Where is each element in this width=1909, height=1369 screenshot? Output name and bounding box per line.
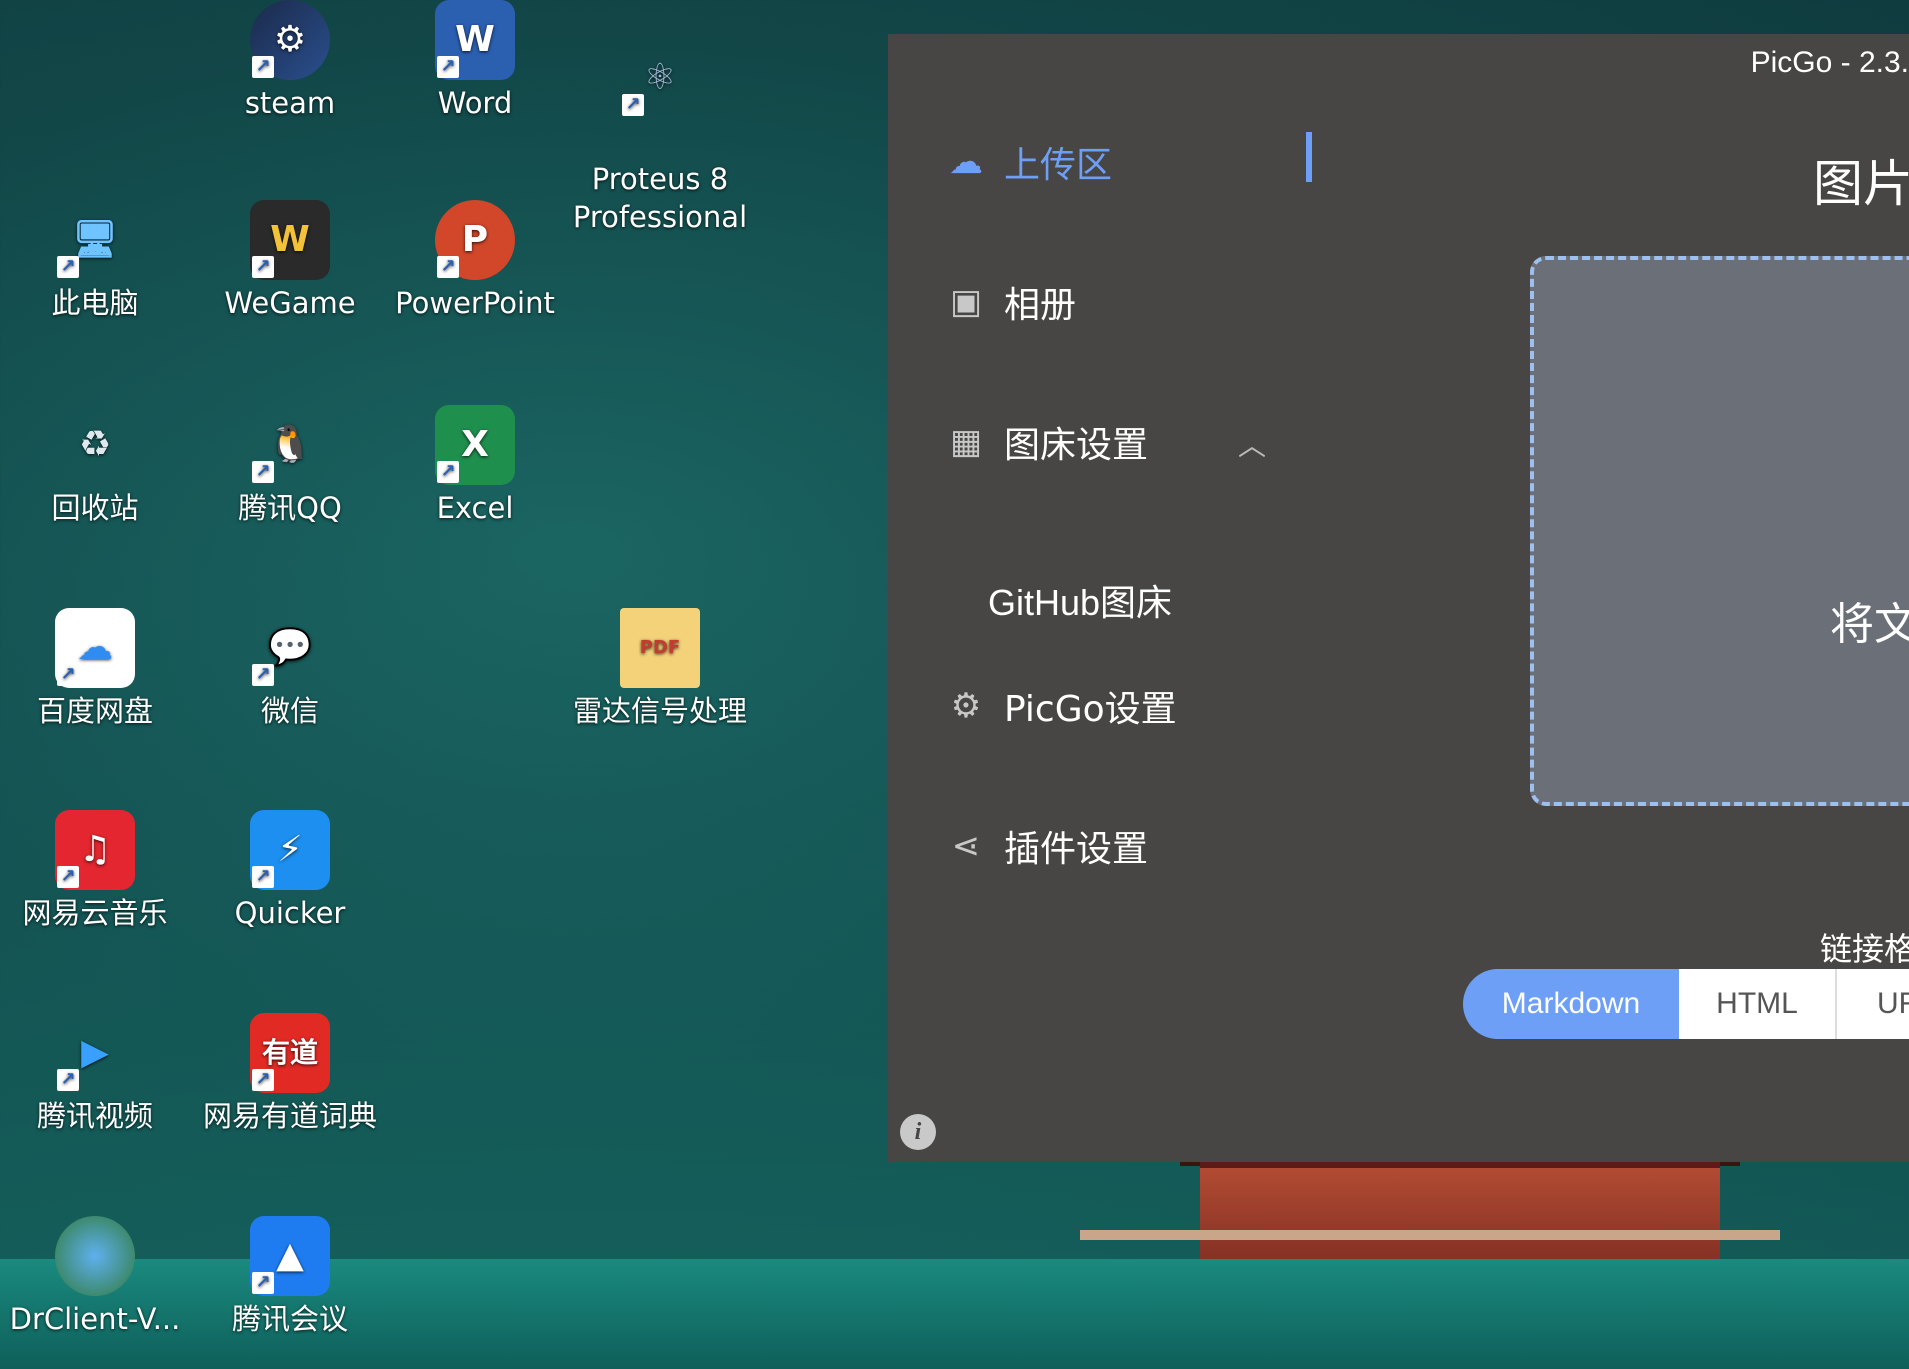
window-title: PicGo - 2.3. [1750,46,1909,79]
pdf-file-icon: PDF [620,608,700,688]
desktop-icon-netease-music[interactable]: ♫ ↗ 网易云音乐 [5,810,185,932]
desktop-icon-label: 腾讯会议 [231,1302,348,1336]
desktop-icon-label: 百度网盘 [36,694,153,728]
sidebar-subitem-github[interactable]: GitHub图床 [988,574,1172,626]
desktop-icon-youdao[interactable]: 有道 ↗ 网易有道词典 [200,1013,380,1135]
youdao-icon: 有道 ↗ [250,1013,330,1093]
proteus-icon: ⚛ ↗ [620,38,700,118]
recycle-bin-icon: ♻ [78,424,112,465]
desktop-icon-label: 腾讯QQ [238,491,342,525]
desktop-icon-label: Excel [436,491,514,525]
desktop-icon-wegame[interactable]: W ↗ WeGame [200,200,380,322]
desktop-icon-label: Word [437,86,513,120]
desktop-icon-wechat[interactable]: 💬 ↗ 微信 [200,608,380,730]
sidebar-item-gallery[interactable]: ▣ 相册 [944,272,1076,332]
sidebar-item-label: 上传区 [1004,145,1113,186]
desktop-icon-label: Quicker [234,896,346,930]
desktop-icon-recycle-bin[interactable]: ♻ 回收站 [5,405,185,527]
link-format-label: 链接格 [1820,930,1909,968]
desktop-icon-tencent-meeting[interactable]: ▲ ↗ 腾讯会议 [200,1216,380,1338]
computer-icon: 🖥 ↗ [55,200,135,280]
page-title: 图片 [1813,155,1909,213]
desktop-icon-label: steam [244,86,336,120]
desktop-icon-label: 回收站 [51,491,139,525]
format-markdown-button[interactable]: Markdown [1463,969,1679,1039]
sidebar-item-label: 插件设置 [1004,829,1149,870]
desktop-icon-powerpoint[interactable]: P ↗ PowerPoint [385,200,565,322]
excel-icon: X ↗ [435,405,515,485]
qq-penguin-icon: 🐧 ↗ [250,405,330,485]
desktop-icon-label: 此电脑 [51,286,139,320]
info-icon[interactable]: i [900,1114,936,1150]
tencent-video-icon: ▶ ↗ [55,1013,135,1093]
active-indicator [1306,132,1312,182]
sidebar-item-label: 图床设置 [1004,425,1149,466]
desktop-icon-label: 腾讯视频 [36,1099,153,1133]
sidebar-item-picbed-settings[interactable]: ▦ 图床设置 [944,412,1148,472]
wallpaper-pier [1080,1230,1780,1240]
format-html-button[interactable]: HTML [1679,969,1837,1039]
share-icon: ⋖ [951,826,981,866]
desktop-icon-label: 雷达信号处理 [572,694,747,728]
desktop-icon-label: PowerPoint [395,286,555,320]
image-icon: ▣ [949,282,983,322]
netease-music-icon: ♫ ↗ [55,810,135,890]
tencent-meeting-icon: ▲ ↗ [250,1216,330,1296]
sidebar-item-plugin-settings[interactable]: ⋖ 插件设置 [944,816,1148,876]
desktop-icon-label: 网易有道词典 [202,1099,377,1133]
globe-icon [55,1216,135,1296]
link-format-selector: Markdown HTML UR [1463,969,1909,1039]
chevron-up-icon[interactable]: ︿ [1238,424,1266,464]
cloud-upload-icon: ☁ [949,142,983,182]
dropzone-text: 将文 [1830,599,1909,650]
desktop-icon-quicker[interactable]: ⚡ ↗ Quicker [200,810,380,932]
word-icon: W ↗ [435,0,515,80]
desktop-icon-tencent-video[interactable]: ▶ ↗ 腾讯视频 [5,1013,185,1135]
desktop-icon-qq[interactable]: 🐧 ↗ 腾讯QQ [200,405,380,527]
window-titlebar[interactable]: PicGo - 2.3. [1609,34,1909,94]
picgo-window: PicGo - 2.3. ☁ 上传区 ▣ 相册 ▦ 图床设置 ︿ GitHub图… [888,34,1909,1162]
desktop-icon-radar-folder[interactable]: PDF 雷达信号处理 [570,608,750,730]
upload-dropzone[interactable] [1530,256,1909,806]
sidebar-item-label: PicGo设置 [1004,689,1177,730]
sidebar-item-label: 相册 [1004,285,1077,326]
format-url-button[interactable]: UR [1837,969,1909,1039]
desktop-icon-baidu-netdisk[interactable]: ☁ ↗ 百度网盘 [5,608,185,730]
baidu-netdisk-icon: ☁ ↗ [55,608,135,688]
wegame-icon: W ↗ [250,200,330,280]
desktop-icon-label: DrClient-V... [9,1302,181,1336]
desktop-icon-excel[interactable]: X ↗ Excel [385,405,565,527]
steam-icon: ⚙ ↗ [250,0,330,80]
sidebar: ☁ 上传区 ▣ 相册 ▦ 图床设置 ︿ GitHub图床 ⚙ PicGo设置 ⋖… [888,34,1318,1162]
desktop-icon-label: WeGame [224,286,356,320]
sidebar-item-picgo-settings[interactable]: ⚙ PicGo设置 [944,676,1177,736]
wechat-icon: 💬 ↗ [250,608,330,688]
desktop-icon-label: Proteus 8 Professional [572,162,748,234]
gear-icon: ⚙ [950,686,982,726]
desktop-icon-drclient[interactable]: DrClient-V... [5,1216,185,1338]
desktop-icon-word[interactable]: W ↗ Word [385,0,565,122]
grid-icon: ▦ [949,422,983,462]
quicker-lightning-icon: ⚡ ↗ [250,810,330,890]
desktop-icon-this-pc[interactable]: 🖥 ↗ 此电脑 [5,200,185,322]
desktop-icon-steam[interactable]: ⚙ ↗ steam [200,0,380,122]
desktop-icon-label: 微信 [260,694,319,728]
sidebar-item-upload[interactable]: ☁ 上传区 [944,132,1112,192]
desktop-icon-proteus[interactable]: ⚛ ↗ Proteus 8 Professional [570,0,750,274]
desktop-icon-label: 网易云音乐 [22,896,168,930]
powerpoint-icon: P ↗ [435,200,515,280]
